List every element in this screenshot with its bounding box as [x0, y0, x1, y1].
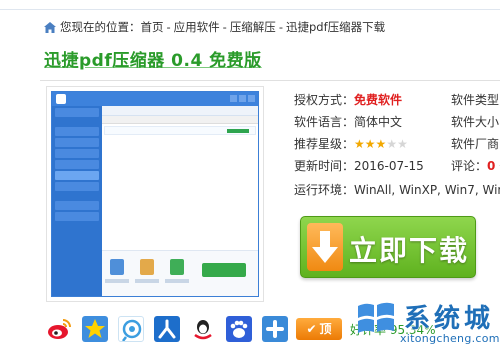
download-button[interactable]: 立即下载	[300, 216, 476, 278]
check-icon: ✔	[306, 322, 317, 336]
window-controls	[230, 95, 255, 102]
watermark: 系统城 xitongcheng.com	[354, 292, 500, 349]
home-icon	[44, 21, 56, 33]
breadcrumb-compression[interactable]: 压缩解压	[230, 19, 276, 35]
breadcrumb-separator: -	[222, 20, 227, 34]
star-filled-icon: ★	[375, 137, 387, 151]
watermark-url: xitongcheng.com	[400, 332, 500, 345]
comments-label: 评论：	[451, 159, 488, 173]
star-filled-icon: ★	[364, 137, 376, 151]
screenshot-sidebar	[52, 106, 102, 296]
size-label: 软件大小：	[451, 115, 500, 129]
breadcrumb-separator: -	[278, 20, 283, 34]
download-arrow-icon	[307, 223, 343, 271]
rating-label: 推荐星级：	[294, 137, 355, 151]
vote-up-label: 顶	[319, 322, 332, 336]
updated-label: 更新时间：	[294, 159, 355, 173]
page-title: 迅捷pdf压缩器 0.4 免费版	[44, 51, 262, 71]
tencent-weibo-icon[interactable]	[118, 316, 144, 342]
breadcrumb-prefix: 您现在的位置：	[60, 20, 141, 34]
header-divider	[0, 0, 500, 10]
screenshot-start-button	[202, 263, 246, 277]
breadcrumb-apps[interactable]: 应用软件	[174, 19, 220, 35]
breadcrumb-home[interactable]: 首页	[141, 19, 164, 35]
rating-stars: ★★★★★	[354, 137, 408, 151]
screenshot-titlebar	[52, 92, 258, 106]
vendor-label: 软件厂商：	[451, 137, 500, 151]
qzone-icon[interactable]	[82, 316, 108, 342]
breadcrumb: 您现在的位置： 首页 - 应用软件 - 压缩解压 - 迅捷pdf压缩器下载	[44, 19, 385, 35]
language-label: 软件语言：	[294, 115, 355, 129]
tencent-icon[interactable]	[190, 316, 216, 342]
screenshot-bottom-bar	[102, 250, 258, 296]
license-value: 免费软件	[354, 93, 403, 107]
updated-value: 2016-07-15	[354, 159, 424, 173]
app-logo-icon	[56, 94, 66, 104]
env-label: 运行环境：	[294, 183, 355, 197]
watermark-text: 系统城	[404, 304, 495, 334]
renren-icon[interactable]	[154, 316, 180, 342]
software-screenshot[interactable]	[46, 86, 264, 302]
title-divider	[40, 80, 500, 81]
star-empty-icon: ★	[386, 137, 398, 151]
windows-logo-icon	[358, 302, 394, 333]
vote-up-button[interactable]: ✔ 顶	[296, 318, 342, 340]
screenshot-app-window	[51, 91, 259, 297]
license-label: 授权方式：	[294, 93, 355, 107]
type-label: 软件类型：	[451, 93, 500, 107]
star-empty-icon: ★	[397, 137, 408, 151]
comments-count[interactable]: 0	[487, 159, 495, 173]
env-value: WinAll, WinXP, Win7, Win10	[354, 183, 500, 197]
language-value: 简体中文	[354, 115, 403, 129]
weibo-icon[interactable]	[46, 316, 72, 342]
download-button-label: 立即下载	[349, 234, 470, 267]
breadcrumb-separator: -	[166, 20, 171, 34]
star-filled-icon: ★	[354, 137, 365, 151]
breadcrumb-current[interactable]: 迅捷pdf压缩器下载	[286, 19, 385, 35]
baidu-icon[interactable]	[226, 316, 252, 342]
share-bar	[46, 313, 288, 345]
more-share-icon[interactable]	[262, 316, 288, 342]
screenshot-main	[102, 106, 258, 296]
